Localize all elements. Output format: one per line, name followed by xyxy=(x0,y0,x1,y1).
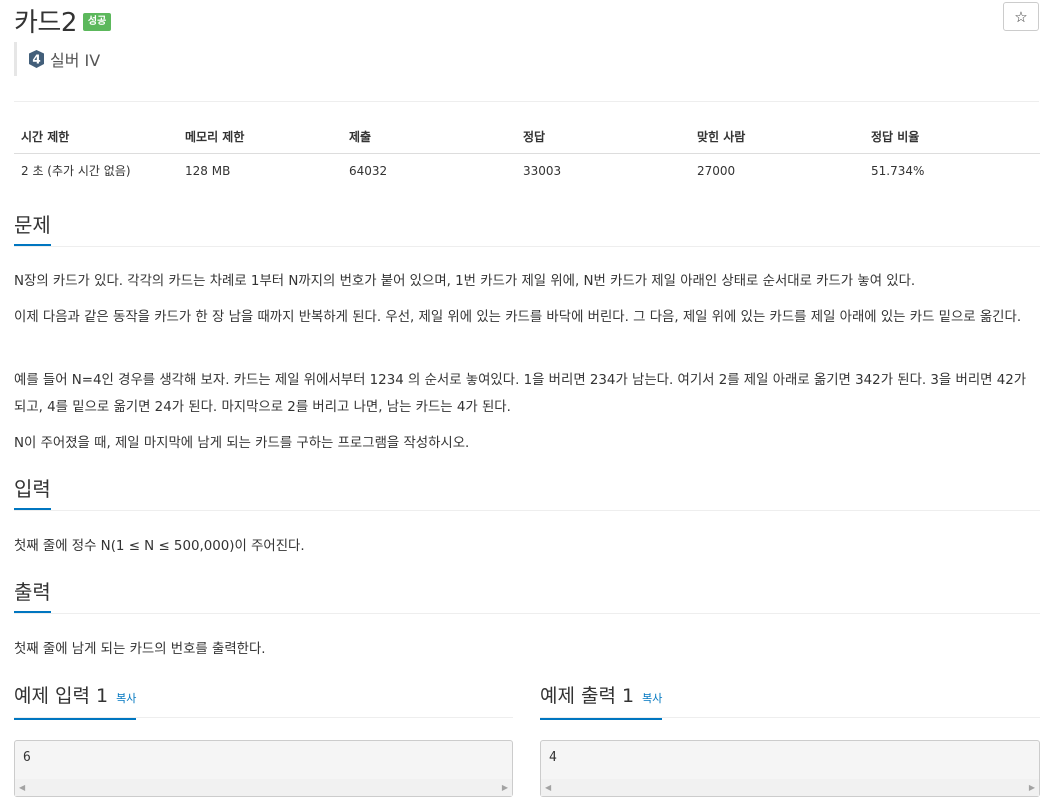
divider xyxy=(14,101,1039,102)
input-description: 첫째 줄에 정수 N(1 ≤ N ≤ 500,000)이 주어진다. xyxy=(14,539,305,554)
horizontal-scrollbar[interactable]: ◀ ▶ xyxy=(15,779,512,796)
section-heading-output: 출력 xyxy=(14,579,51,613)
sample-input-heading: 예제 입력 1 복사 xyxy=(14,683,137,720)
sample-output-title: 예제 출력 1 xyxy=(540,685,635,707)
problem-header: 카드2 성공 xyxy=(14,0,112,40)
header-memory-limit: 메모리 제한 xyxy=(178,120,342,154)
header-submissions: 제출 xyxy=(342,120,516,154)
header-time-limit: 시간 제한 xyxy=(14,120,178,154)
accepted-value: 33003 xyxy=(523,163,562,178)
star-icon: ☆ xyxy=(1014,7,1028,26)
tier-label: 실버 IV xyxy=(50,51,101,70)
section-heading-input: 입력 xyxy=(14,476,51,510)
sample-input-box[interactable]: 6 ◀ ▶ xyxy=(14,740,513,797)
sample-input-title: 예제 입력 1 xyxy=(14,685,109,707)
scroll-left-icon[interactable]: ◀ xyxy=(545,783,551,792)
section-heading-description: 문제 xyxy=(14,212,51,246)
section-divider xyxy=(14,510,1040,511)
description-paragraph-4: N이 주어졌을 때, 제일 마지막에 남게 되는 카드를 구하는 프로그램을 작… xyxy=(14,436,470,451)
sample-input-value: 6 xyxy=(23,750,31,765)
tier-badge-icon: 4 xyxy=(29,50,44,68)
accept-ratio-value: 51.734% xyxy=(871,163,925,178)
scroll-right-icon[interactable]: ▶ xyxy=(1029,783,1035,792)
tier-number: 4 xyxy=(32,53,40,67)
scroll-right-icon[interactable]: ▶ xyxy=(502,783,508,792)
output-description: 첫째 줄에 남게 되는 카드의 번호를 출력한다. xyxy=(14,642,266,657)
section-divider xyxy=(14,246,1040,247)
copy-sample-output-button[interactable]: 복사 xyxy=(642,692,662,705)
header-solvers: 맞힌 사람 xyxy=(690,120,864,154)
favorite-button[interactable]: ☆ xyxy=(1003,2,1039,31)
section-divider xyxy=(14,717,513,718)
header-accepted: 정답 xyxy=(516,120,690,154)
time-limit-value: 2 초 (추가 시간 없음) xyxy=(21,164,131,178)
sample-output-heading: 예제 출력 1 복사 xyxy=(540,683,663,720)
sample-output-box[interactable]: 4 ◀ ▶ xyxy=(540,740,1040,797)
sample-output-value: 4 xyxy=(549,750,557,765)
solvers-value: 27000 xyxy=(697,163,736,178)
copy-sample-input-button[interactable]: 복사 xyxy=(116,692,136,705)
submissions-value: 64032 xyxy=(349,163,388,178)
table-row: 2 초 (추가 시간 없음) 128 MB 64032 33003 27000 … xyxy=(14,154,1040,188)
tier-info: 4 실버 IV xyxy=(14,42,100,76)
description-paragraph-3: 예를 들어 N=4인 경우를 생각해 보자. 카드는 제일 위에서부터 1234… xyxy=(14,373,1027,415)
horizontal-scrollbar[interactable]: ◀ ▶ xyxy=(541,779,1039,796)
table-header-row: 시간 제한 메모리 제한 제출 정답 맞힌 사람 정답 비율 xyxy=(14,120,1040,154)
problem-info-table: 시간 제한 메모리 제한 제출 정답 맞힌 사람 정답 비율 2 초 (추가 시… xyxy=(14,120,1040,187)
header-accept-ratio: 정답 비율 xyxy=(864,120,1040,154)
scroll-left-icon[interactable]: ◀ xyxy=(19,783,25,792)
status-badge: 성공 xyxy=(82,13,112,31)
section-divider xyxy=(14,613,1040,614)
page-title: 카드2 xyxy=(14,7,77,38)
memory-limit-value: 128 MB xyxy=(185,163,231,178)
section-divider xyxy=(540,717,1040,718)
description-paragraph-1: N장의 카드가 있다. 각각의 카드는 차례로 1부터 N까지의 번호가 붙어 … xyxy=(14,274,916,289)
description-paragraph-2: 이제 다음과 같은 동작을 카드가 한 장 남을 때까지 반복하게 된다. 우선… xyxy=(14,310,1022,325)
